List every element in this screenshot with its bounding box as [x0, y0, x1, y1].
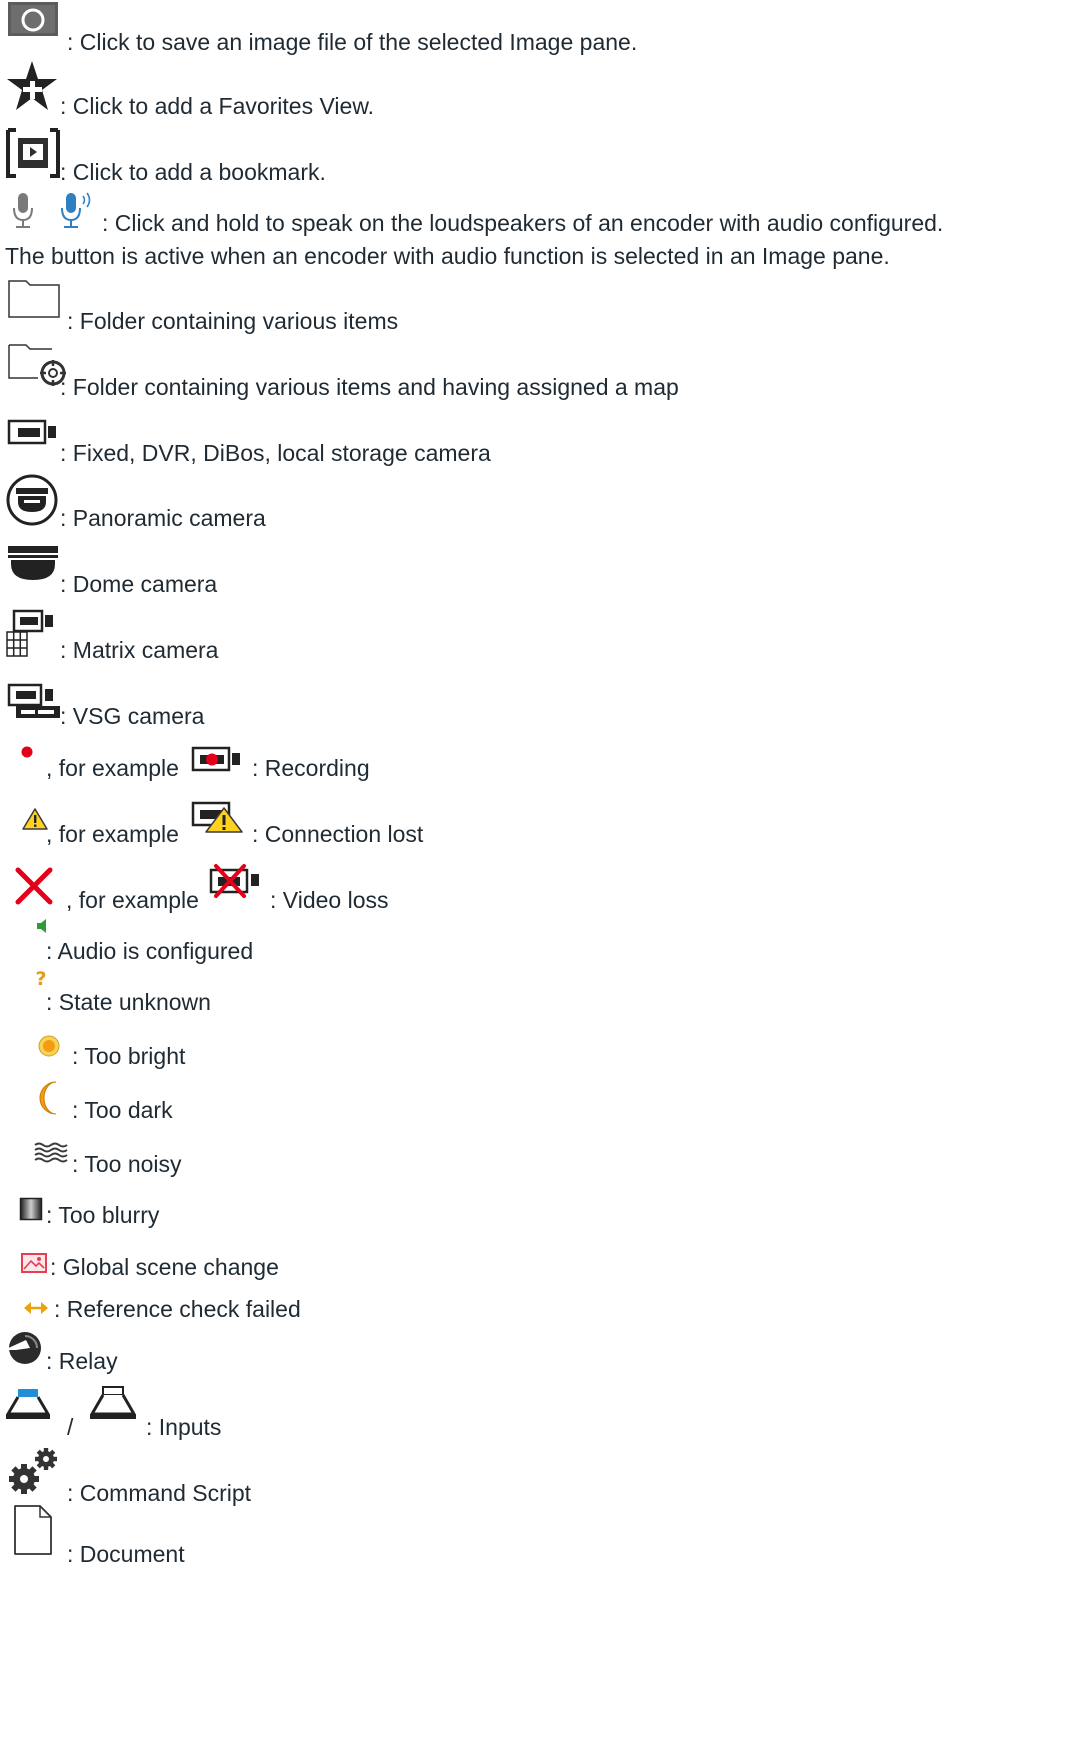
vsg-description: : VSG camera: [60, 703, 205, 729]
reference-check-arrows-icon: [24, 1302, 48, 1314]
recording-description: : Recording: [252, 755, 370, 781]
snapshot-description: : Click to save an image file of the sel…: [67, 29, 638, 55]
warning-triangle-icon: [22, 808, 48, 830]
fixed-camera-description: : Fixed, DVR, DiBos, local storage camer…: [60, 440, 491, 466]
command-script-description: : Command Script: [67, 1480, 252, 1506]
global-scene-description: : Global scene change: [50, 1254, 279, 1280]
bookmark-description: : Click to add a bookmark.: [60, 159, 326, 185]
svg-text:?: ?: [35, 968, 46, 990]
too-dark-moon-icon: [39, 1081, 57, 1115]
relay-icon: [4, 1332, 41, 1364]
input-inactive-icon: [90, 1386, 136, 1419]
recording-for-example: , for example: [46, 755, 179, 781]
red-x-icon: [15, 867, 53, 905]
microphone-active-icon[interactable]: [58, 190, 98, 228]
command-script-gears-icon: [9, 1448, 57, 1494]
document-description: : Document: [67, 1541, 185, 1567]
folder-map-description: : Folder containing various items and ha…: [60, 374, 679, 400]
too-dark-description: : Too dark: [72, 1097, 173, 1123]
camera-snapshot-icon[interactable]: [8, 2, 58, 36]
speak-description: : Click and hold to speak on the loudspe…: [102, 210, 944, 236]
video-loss-for-example: , for example: [66, 887, 199, 913]
audio-configured-description: : Audio is configured: [46, 938, 254, 964]
microphone-inactive-icon[interactable]: [11, 193, 35, 229]
folder-with-map-icon: [8, 344, 66, 386]
input-active-icon: [6, 1389, 50, 1419]
scene-change-icon: [21, 1253, 47, 1273]
too-bright-sun-icon: [38, 1035, 60, 1057]
speaker-icon: [37, 919, 46, 933]
connection-lost-camera-icon: [191, 801, 243, 833]
folder-icon: [8, 280, 60, 318]
state-unknown-description: : State unknown: [46, 989, 211, 1015]
too-blurry-icon: [19, 1197, 43, 1221]
relay-description: : Relay: [46, 1348, 118, 1374]
recording-dot-icon: [21, 746, 33, 758]
add-bookmark-icon[interactable]: [6, 128, 60, 178]
folder-description: : Folder containing various items: [67, 308, 399, 334]
vsg-camera-icon: [7, 683, 60, 718]
favorites-description: : Click to add a Favorites View.: [60, 93, 375, 119]
document-icon: [14, 1505, 52, 1555]
panoramic-description: : Panoramic camera: [60, 505, 266, 531]
connection-lost-for-example: , for example: [46, 821, 179, 847]
matrix-description: : Matrix camera: [60, 637, 219, 663]
reference-check-description: : Reference check failed: [54, 1296, 301, 1322]
video-loss-camera-icon: [209, 864, 259, 898]
inputs-description: : Inputs: [146, 1414, 222, 1440]
video-loss-description: : Video loss: [270, 887, 389, 913]
too-noisy-description: : Too noisy: [72, 1151, 182, 1177]
add-favorite-star-icon[interactable]: [6, 60, 58, 112]
recording-camera-icon: [191, 746, 240, 772]
speak-description-continued: The button is active when an encoder wit…: [5, 243, 890, 269]
panoramic-camera-icon: [6, 474, 58, 526]
question-mark-icon: ?: [35, 968, 46, 990]
dome-description: : Dome camera: [60, 571, 218, 597]
connection-lost-description: : Connection lost: [252, 821, 424, 847]
dome-camera-icon: [8, 546, 58, 580]
too-noisy-icon: [34, 1142, 68, 1163]
too-bright-description: : Too bright: [72, 1043, 186, 1069]
inputs-separator: /: [67, 1414, 74, 1440]
fixed-camera-icon: [7, 419, 56, 445]
too-blurry-description: : Too blurry: [46, 1202, 160, 1228]
matrix-camera-icon: [6, 609, 53, 657]
